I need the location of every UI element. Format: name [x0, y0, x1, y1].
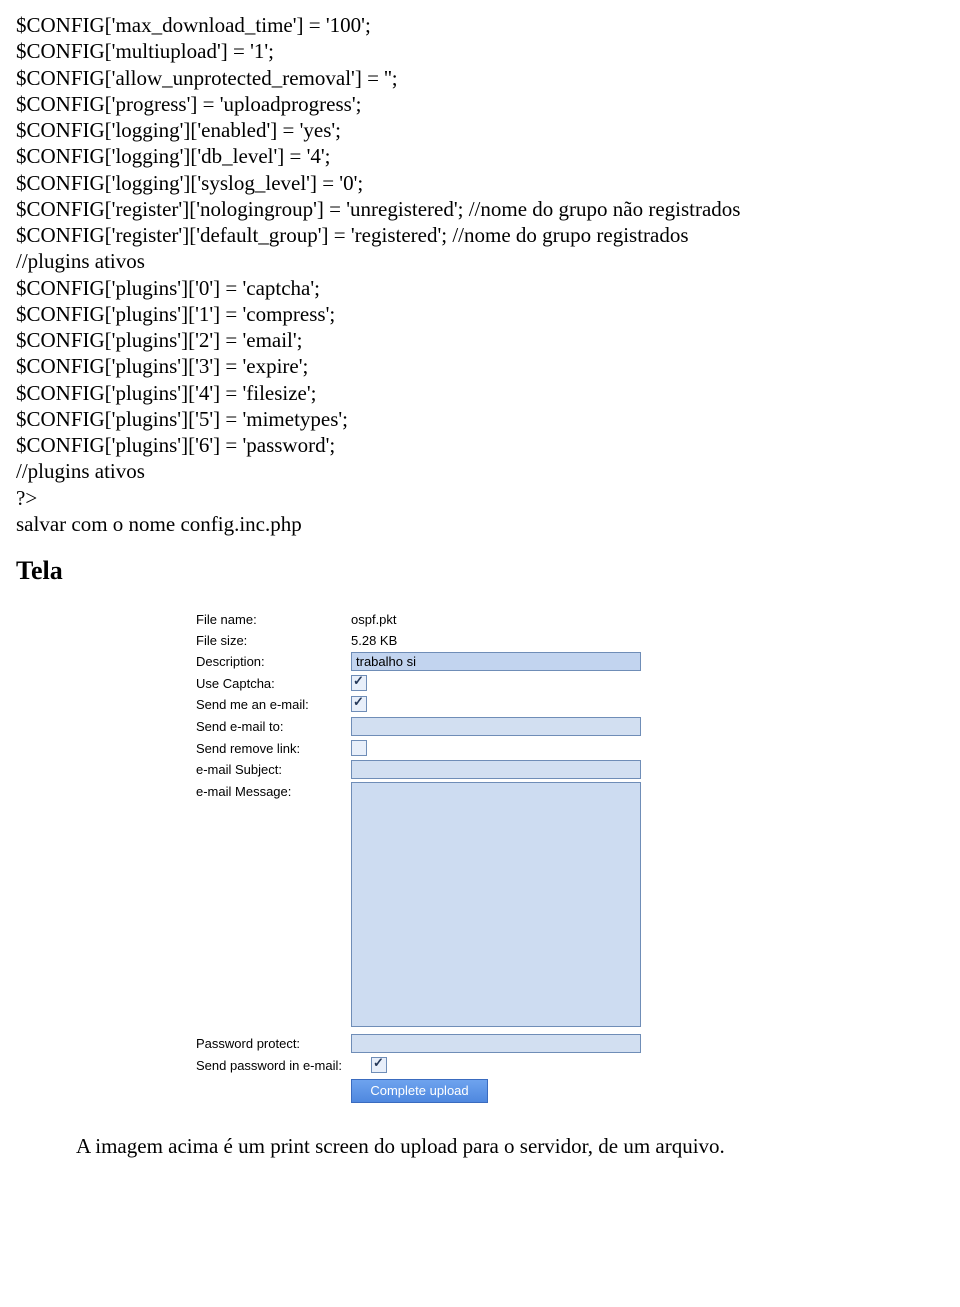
file-size-label: File size:	[196, 631, 351, 649]
description-input[interactable]	[351, 652, 641, 671]
code-line: $CONFIG['allow_unprotected_removal'] = '…	[16, 65, 944, 91]
send-password-email-label: Send password in e-mail:	[196, 1056, 371, 1074]
figure-caption: A imagem acima é um print screen do uplo…	[76, 1133, 944, 1159]
password-protect-label: Password protect:	[196, 1034, 351, 1052]
upload-form: File name: ospf.pkt File size: 5.28 KB D…	[196, 610, 944, 1104]
code-line: $CONFIG['plugins']['4'] = 'filesize';	[16, 380, 944, 406]
code-line: $CONFIG['logging']['syslog_level'] = '0'…	[16, 170, 944, 196]
code-line: $CONFIG['logging']['enabled'] = 'yes';	[16, 117, 944, 143]
email-subject-input[interactable]	[351, 760, 641, 779]
code-line: salvar com o nome config.inc.php	[16, 511, 944, 537]
code-block: $CONFIG['max_download_time'] = '100'; $C…	[16, 12, 944, 537]
file-size-value: 5.28 KB	[351, 631, 397, 649]
code-line: //plugins ativos	[16, 458, 944, 484]
send-remove-link-checkbox[interactable]	[351, 740, 367, 756]
description-label: Description:	[196, 652, 351, 670]
complete-upload-button[interactable]: Complete upload	[351, 1079, 488, 1103]
code-line: $CONFIG['plugins']['2'] = 'email';	[16, 327, 944, 353]
file-name-value: ospf.pkt	[351, 610, 397, 628]
send-password-email-checkbox[interactable]	[371, 1057, 387, 1073]
code-line: //plugins ativos	[16, 248, 944, 274]
code-line: $CONFIG['logging']['db_level'] = '4';	[16, 143, 944, 169]
send-email-to-input[interactable]	[351, 717, 641, 736]
send-me-email-label: Send me an e-mail:	[196, 695, 351, 713]
code-line: ?>	[16, 485, 944, 511]
code-line: $CONFIG['plugins']['1'] = 'compress';	[16, 301, 944, 327]
password-protect-input[interactable]	[351, 1034, 641, 1053]
code-line: $CONFIG['multiupload'] = '1';	[16, 38, 944, 64]
code-line: $CONFIG['register']['default_group'] = '…	[16, 222, 944, 248]
code-line: $CONFIG['plugins']['3'] = 'expire';	[16, 353, 944, 379]
send-email-to-label: Send e-mail to:	[196, 717, 351, 735]
email-message-label: e-mail Message:	[196, 782, 351, 800]
email-subject-label: e-mail Subject:	[196, 760, 351, 778]
send-remove-link-label: Send remove link:	[196, 739, 351, 757]
code-line: $CONFIG['max_download_time'] = '100';	[16, 12, 944, 38]
code-line: $CONFIG['plugins']['5'] = 'mimetypes';	[16, 406, 944, 432]
code-line: $CONFIG['progress'] = 'uploadprogress';	[16, 91, 944, 117]
use-captcha-label: Use Captcha:	[196, 674, 351, 692]
code-line: $CONFIG['register']['nologingroup'] = 'u…	[16, 196, 944, 222]
section-heading: Tela	[16, 555, 944, 588]
file-name-label: File name:	[196, 610, 351, 628]
use-captcha-checkbox[interactable]	[351, 675, 367, 691]
email-message-textarea[interactable]	[351, 782, 641, 1027]
code-line: $CONFIG['plugins']['6'] = 'password';	[16, 432, 944, 458]
code-line: $CONFIG['plugins']['0'] = 'captcha';	[16, 275, 944, 301]
send-me-email-checkbox[interactable]	[351, 696, 367, 712]
